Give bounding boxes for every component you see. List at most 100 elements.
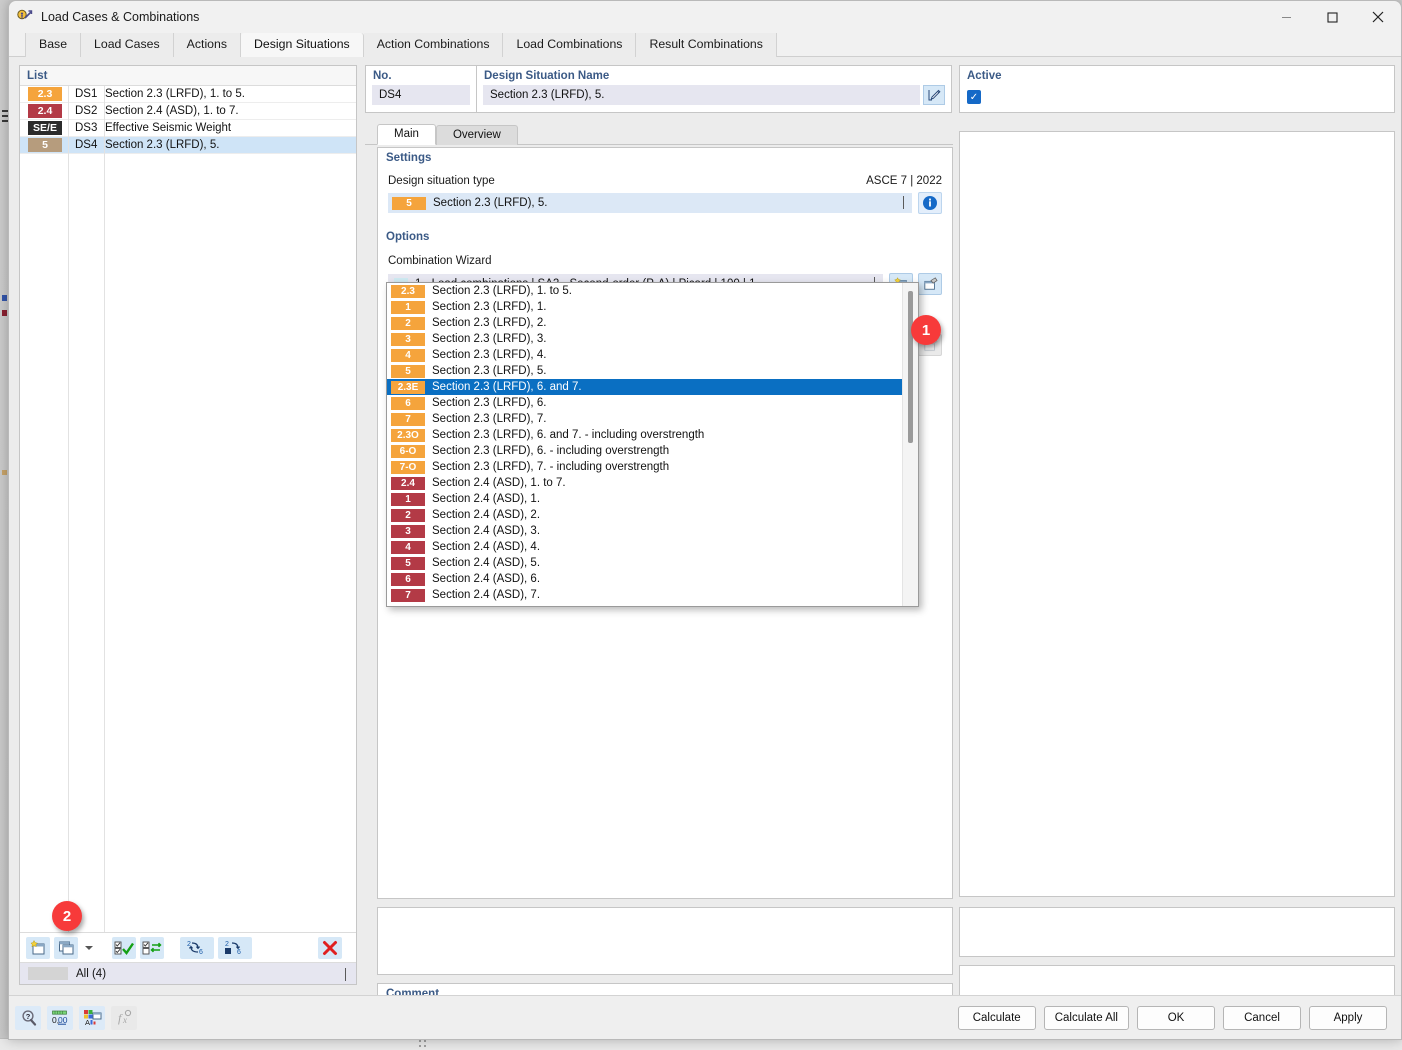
dropdown-option[interactable]: 6-O Section 2.3 (LRFD), 6. - including ov…	[387, 443, 902, 459]
combination-wizard-label: Combination Wizard	[388, 255, 492, 267]
row-number: DS2	[75, 105, 98, 117]
select-all-button[interactable]	[112, 936, 136, 959]
option-label: Section 2.3 (LRFD), 7.	[432, 413, 547, 425]
dropdown-option[interactable]: 5 Section 2.4 (ASD), 5.	[387, 555, 902, 571]
dropdown-option[interactable]: 5 Section 2.3 (LRFD), 5.	[387, 363, 902, 379]
design-situation-type-dropdown[interactable]: 2.3 Section 2.3 (LRFD), 1. to 5. 1 Section …	[386, 282, 919, 607]
apply-button[interactable]: Apply	[1309, 1005, 1387, 1030]
design-situation-name-input[interactable]: Section 2.3 (LRFD), 5.	[483, 85, 920, 105]
tab-actions[interactable]: Actions	[173, 33, 241, 57]
renumber-from-button[interactable]: 2 6	[218, 936, 252, 959]
cancel-button[interactable]: Cancel	[1223, 1005, 1301, 1030]
renumber-button[interactable]: 2 6	[180, 936, 214, 959]
row-name: Section 2.3 (LRFD), 1. to 5.	[105, 88, 245, 100]
svg-text:00: 00	[58, 1015, 68, 1025]
option-badge: 5	[391, 364, 425, 378]
option-badge: 3	[391, 332, 425, 346]
design-situations-list[interactable]: 2.3 DS1 Section 2.3 (LRFD), 1. to 5. 2.4 DS2…	[20, 85, 356, 932]
tab-design-situations[interactable]: Design Situations	[241, 33, 364, 57]
option-label: Section 2.4 (ASD), 1.	[432, 493, 541, 505]
dropdown-option[interactable]: 2.4 Section 2.4 (ASD), 1. to 7.	[387, 475, 902, 491]
minimize-button[interactable]	[1263, 1, 1309, 33]
design-situation-type-combo[interactable]: 5 Section 2.3 (LRFD), 5.	[388, 193, 912, 213]
option-badge: 4	[391, 348, 425, 362]
option-label: Section 2.4 (ASD), 2.	[432, 509, 541, 521]
list-filter-combo[interactable]: All (4)	[20, 962, 356, 984]
edit-name-button[interactable]	[923, 85, 945, 105]
info-circle-icon	[923, 196, 937, 210]
table-row[interactable]: SE/E DS3 Effective Seismic Weight	[20, 119, 356, 137]
callout-badge-1: 1	[911, 315, 941, 345]
delete-button[interactable]	[318, 936, 342, 959]
dropdown-scroll-thumb[interactable]	[908, 291, 913, 443]
option-badge: 6	[391, 572, 425, 586]
option-label: Section 2.4 (ASD), 3.	[432, 525, 541, 537]
option-label: Section 2.4 (ASD), 7.	[432, 589, 541, 601]
display-properties-icon: A	[83, 1010, 101, 1026]
invert-selection-button[interactable]	[140, 936, 164, 959]
display-properties-button[interactable]: A	[79, 1005, 105, 1030]
new-design-situation-button[interactable]	[26, 936, 50, 959]
dropdown-option[interactable]: 3 Section 2.4 (ASD), 3.	[387, 523, 902, 539]
tab-load-cases[interactable]: Load Cases	[81, 33, 174, 57]
dropdown-option[interactable]: 1 Section 2.3 (LRFD), 1.	[387, 299, 902, 315]
help-button[interactable]: ?	[15, 1005, 41, 1030]
tab-result-combinations[interactable]: Result Combinations	[636, 33, 777, 57]
load-cases-dialog: Load Cases & Combinations Base Load Cases…	[8, 0, 1402, 1040]
dropdown-option[interactable]: 3 Section 2.3 (LRFD), 3.	[387, 331, 902, 347]
units-button[interactable]: 0, 00	[47, 1005, 73, 1030]
dropdown-arrow-button[interactable]	[82, 937, 96, 959]
calculate-button[interactable]: Calculate	[957, 1005, 1036, 1030]
svg-text:2: 2	[225, 941, 229, 948]
callout-badge-2: 2	[52, 901, 82, 931]
maximize-button[interactable]	[1309, 1, 1355, 33]
no-input[interactable]: DS4	[372, 85, 470, 105]
option-badge: 7-O	[391, 460, 425, 474]
inner-tab-main[interactable]: Main	[377, 124, 436, 145]
dropdown-option[interactable]: 7 Section 2.4 (ASD), 7.	[387, 587, 902, 603]
edit-combination-wizard-button[interactable]	[918, 273, 942, 295]
dropdown-option[interactable]: 2 Section 2.4 (ASD), 2.	[387, 507, 902, 523]
tab-base[interactable]: Base	[25, 33, 82, 57]
right-preview-area	[959, 131, 1395, 897]
selected-type-label: Section 2.3 (LRFD), 5.	[433, 197, 548, 209]
option-label: Section 2.3 (LRFD), 4.	[432, 349, 547, 361]
dropdown-option[interactable]: 2.3 Section 2.3 (LRFD), 1. to 5.	[387, 283, 902, 299]
option-badge: 6-O	[391, 444, 425, 458]
dropdown-option[interactable]: 6 Section 2.3 (LRFD), 6.	[387, 395, 902, 411]
inner-tab-overview[interactable]: Overview	[435, 125, 518, 145]
copy-design-situation-button[interactable]	[54, 936, 78, 959]
app-icon	[17, 9, 33, 25]
dropdown-option[interactable]: 2.3O Section 2.3 (LRFD), 6. and 7. - incl…	[387, 427, 902, 443]
dropdown-option[interactable]: 7-O Section 2.3 (LRFD), 7. - including ov…	[387, 459, 902, 475]
no-field-box: No. DS4	[365, 65, 477, 113]
name-field-box: Design Situation Name Section 2.3 (LRFD)…	[476, 65, 952, 113]
calculate-all-button[interactable]: Calculate All	[1043, 1005, 1129, 1030]
ok-button[interactable]: OK	[1137, 1005, 1215, 1030]
table-row[interactable]: 2.4 DS2 Section 2.4 (ASD), 1. to 7.	[20, 102, 356, 120]
list-header: List	[20, 66, 356, 86]
row-number: DS1	[75, 88, 98, 100]
tab-action-combinations[interactable]: Action Combinations	[363, 33, 504, 57]
design-situation-type-label: Design situation type	[388, 175, 495, 187]
option-label: Section 2.3 (LRFD), 7. - including overs…	[432, 461, 670, 473]
dropdown-option[interactable]: 4 Section 2.3 (LRFD), 4.	[387, 347, 902, 363]
standard-label: ASCE 7 | 2022	[866, 175, 942, 187]
dropdown-option[interactable]: 4 Section 2.4 (ASD), 4.	[387, 539, 902, 555]
units-icon: 0, 00	[52, 1010, 68, 1025]
active-checkbox[interactable]: ✓	[967, 90, 981, 104]
dropdown-option-list[interactable]: 2.3 Section 2.3 (LRFD), 1. to 5. 1 Section …	[387, 283, 902, 606]
row-name: Effective Seismic Weight	[105, 122, 232, 134]
tab-load-combinations[interactable]: Load Combinations	[503, 33, 637, 57]
table-row[interactable]: 2.3 DS1 Section 2.3 (LRFD), 1. to 5.	[20, 85, 356, 103]
inner-tab-bar: Main Overview	[365, 123, 953, 145]
dropdown-option[interactable]: 2.3E Section 2.3 (LRFD), 6. and 7.	[387, 379, 902, 395]
close-button[interactable]	[1355, 1, 1401, 33]
dropdown-option[interactable]: 1 Section 2.4 (ASD), 1.	[387, 491, 902, 507]
dropdown-option[interactable]: 6 Section 2.4 (ASD), 6.	[387, 571, 902, 587]
row-badge: SE/E	[28, 121, 62, 135]
dropdown-option[interactable]: 2 Section 2.3 (LRFD), 2.	[387, 315, 902, 331]
table-row[interactable]: 5 DS4 Section 2.3 (LRFD), 5.	[20, 136, 356, 154]
dropdown-option[interactable]: 7 Section 2.3 (LRFD), 7.	[387, 411, 902, 427]
info-button[interactable]	[918, 192, 942, 214]
